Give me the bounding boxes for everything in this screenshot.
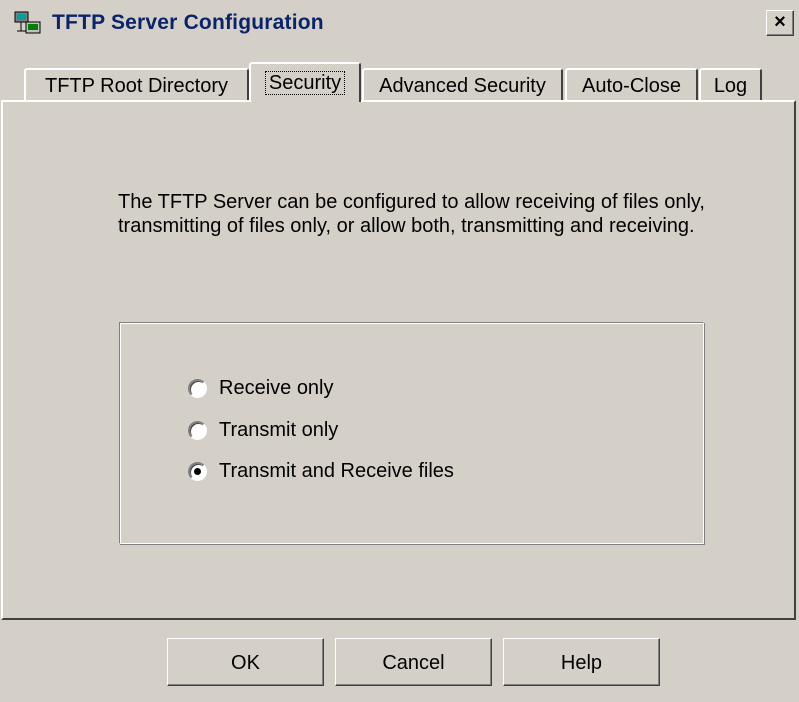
close-button[interactable]: × [766, 10, 794, 36]
radio-transmit-and-receive[interactable]: Transmit and Receive files [188, 458, 454, 484]
tab-label: Auto-Close [582, 75, 681, 97]
tab-label: Log [713, 75, 748, 97]
tab-log[interactable]: Log [699, 68, 762, 101]
radio-label: Transmit only [219, 418, 339, 441]
tab-label: TFTP Root Directory [45, 75, 228, 97]
close-icon: × [774, 11, 786, 33]
tab-auto-close[interactable]: Auto-Close [565, 68, 698, 101]
active-tab-join [251, 100, 359, 103]
tab-tftp-root-directory[interactable]: TFTP Root Directory [24, 68, 249, 101]
security-description: The TFTP Server can be configured to all… [118, 191, 705, 237]
radio-receive-only[interactable]: Receive only [188, 375, 334, 401]
tab-security[interactable]: Security [249, 62, 361, 102]
tab-label: Advanced Security [379, 75, 546, 97]
radio-label: Transmit and Receive files [219, 459, 454, 482]
transfer-mode-group: Receive only Transmit only Transmit and … [119, 322, 704, 544]
network-computers-icon [14, 11, 41, 34]
cancel-button[interactable]: Cancel [335, 638, 492, 686]
ok-button[interactable]: OK [167, 638, 324, 686]
tab-label: Security [264, 71, 346, 95]
radio-transmit-only[interactable]: Transmit only [188, 417, 338, 443]
radio-button[interactable] [188, 378, 207, 398]
help-button[interactable]: Help [503, 638, 660, 686]
radio-selected-dot [194, 467, 201, 475]
window-title: TFTP Server Configuration [52, 11, 324, 34]
tab-advanced-security[interactable]: Advanced Security [362, 68, 563, 101]
title-bar: TFTP Server Configuration × [0, 0, 799, 46]
radio-label: Receive only [219, 376, 334, 399]
radio-button[interactable] [188, 420, 207, 440]
radio-button[interactable] [188, 461, 207, 481]
